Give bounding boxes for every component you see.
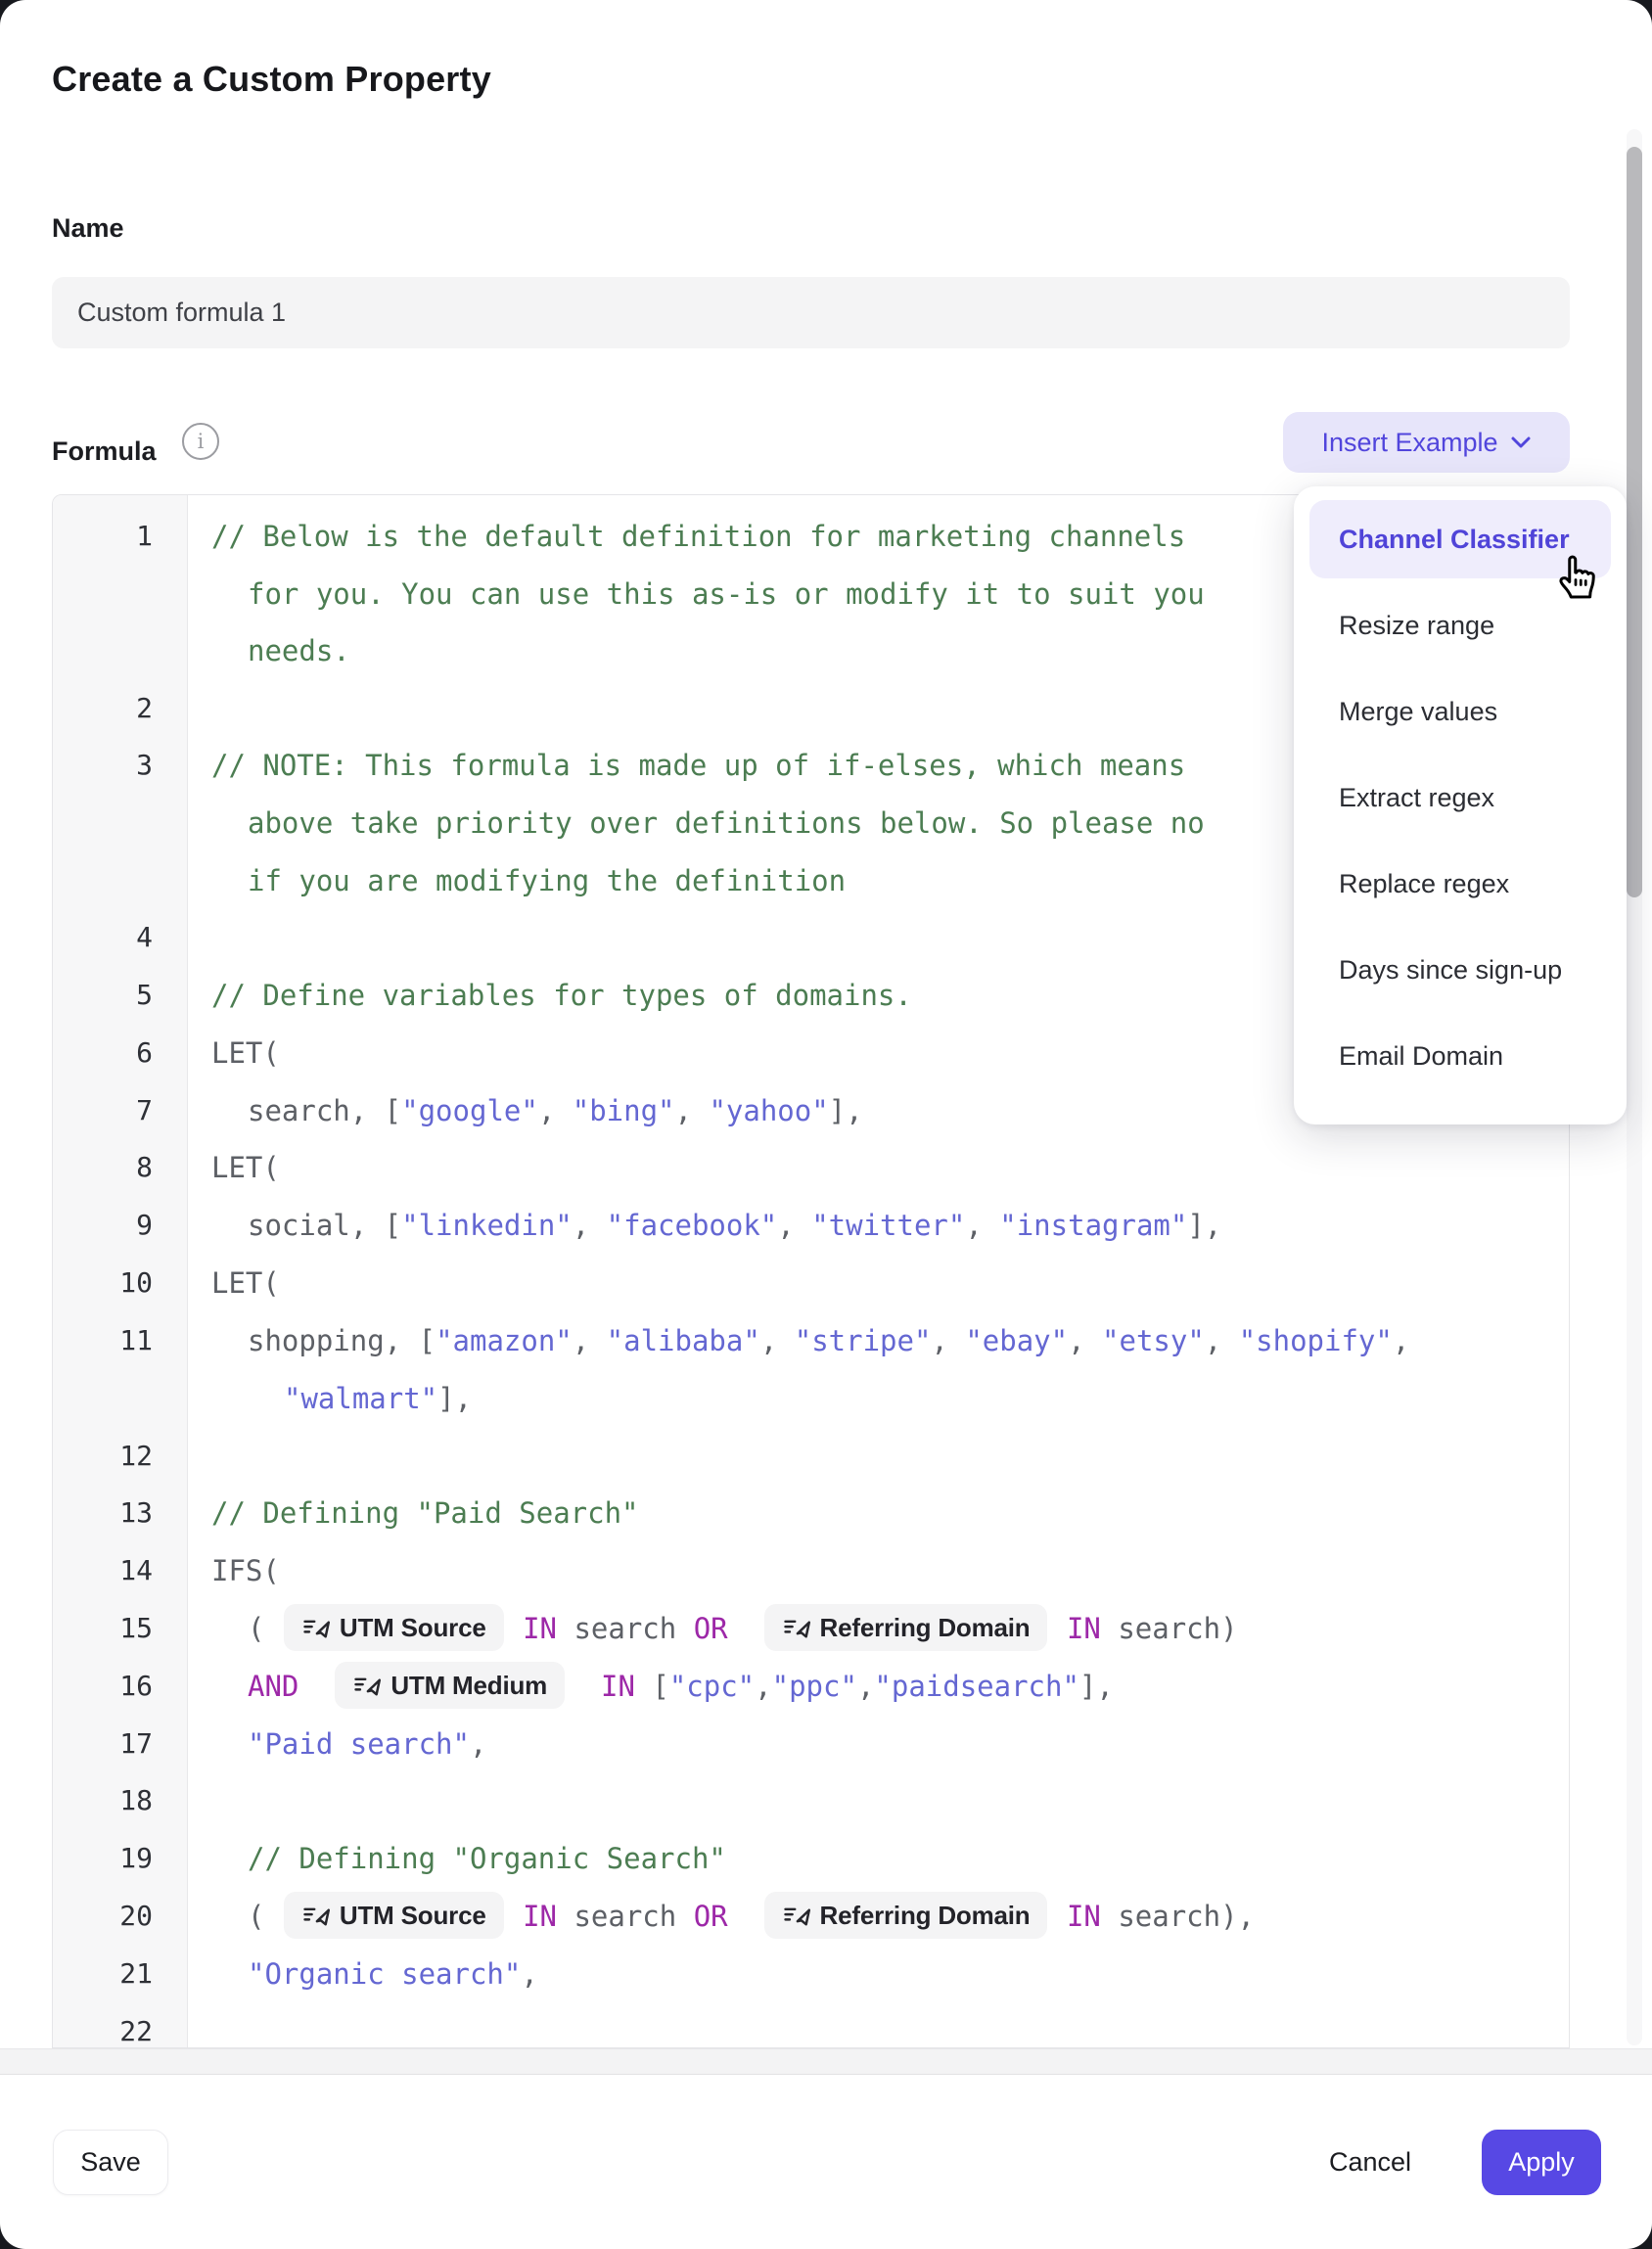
line-number: 3 [53,737,153,794]
code-content: ( UTM Source IN search OR Referring Doma… [248,1600,1238,1657]
menu-item-merge-values[interactable]: Merge values [1309,672,1611,751]
line-number: 20 [53,1888,153,1945]
code-content: "walmart"], [284,1370,472,1427]
code-content: above take priority over definitions bel… [248,795,1205,851]
code-row: 21 "Organic search", [53,1946,1569,2002]
save-button[interactable]: Save [53,2130,168,2195]
line-number: 11 [53,1312,153,1369]
code-row: 9 social, ["linkedin", "facebook", "twitt… [53,1197,1569,1254]
field-token-label: UTM Source [340,1599,486,1656]
field-token-icon [301,1613,331,1642]
code-content: search, ["google", "bing", "yahoo"], [248,1082,863,1139]
code-row: 17 "Paid search", [53,1716,1569,1772]
create-custom-property-modal: Create a Custom Property Name Formula i … [0,0,1652,2249]
screen: Create a Custom Property Name Formula i … [0,0,1652,2249]
line-number: 9 [53,1197,153,1254]
code-row: 18 [53,1772,1569,1829]
insert-example-button[interactable]: Insert Example [1283,412,1570,473]
code-row: 11 shopping, ["amazon", "alibaba", "strip… [53,1312,1569,1369]
line-number: 21 [53,1946,153,2002]
modal-scrollbar-thumb[interactable] [1627,147,1642,897]
code-row: 19 // Defining "Organic Search" [53,1830,1569,1887]
code-content: for you. You can use this as-is or modif… [248,566,1205,622]
code-row: 14 IFS( [53,1542,1569,1599]
line-number: 8 [53,1139,153,1196]
code-content: needs. [248,622,350,679]
insert-example-label: Insert Example [1321,428,1497,458]
line-number: 17 [53,1716,153,1772]
line-number: 16 [53,1658,153,1715]
code-content: "Organic search", [248,1946,538,2002]
line-number: 19 [53,1830,153,1887]
line-number: 13 [53,1485,153,1541]
field-token-label: Referring Domain [820,1887,1031,1944]
field-token-chip[interactable]: UTM Source [284,1604,504,1651]
code-row: "walmart"], [53,1370,1569,1427]
code-content: IFS( [211,1542,280,1599]
menu-item-email-domain[interactable]: Email Domain [1309,1017,1611,1095]
code-content: LET( [211,1025,280,1081]
page-title: Create a Custom Property [52,59,491,100]
code-row: 12 [53,1428,1569,1485]
code-content: ( UTM Source IN search OR Referring Doma… [248,1888,1255,1945]
code-content: // Define variables for types of domains… [211,967,912,1024]
code-content: LET( [211,1255,280,1311]
field-token-icon [782,1613,811,1642]
field-token-chip[interactable]: UTM Source [284,1892,504,1939]
line-number: 15 [53,1600,153,1657]
line-number: 1 [53,508,153,565]
formula-label: Formula [52,436,157,467]
menu-item-replace-regex[interactable]: Replace regex [1309,845,1611,923]
field-token-icon [352,1671,382,1700]
chevron-down-icon [1510,436,1532,449]
code-content: // NOTE: This formula is made up of if-e… [211,737,1185,794]
line-number: 5 [53,967,153,1024]
field-token-icon [782,1901,811,1930]
field-token-chip[interactable]: Referring Domain [764,1892,1048,1939]
code-content: LET( [211,1139,280,1196]
code-row: 8 LET( [53,1139,1569,1196]
line-number: 7 [53,1082,153,1139]
field-token-label: Referring Domain [820,1599,1031,1656]
code-content: // Defining "Organic Search" [248,1830,726,1887]
code-row: 22 [53,2003,1569,2048]
code-content: "Paid search", [248,1716,486,1772]
code-content: social, ["linkedin", "facebook", "twitte… [248,1197,1221,1254]
field-token-label: UTM Medium [390,1657,547,1714]
apply-button[interactable]: Apply [1482,2130,1601,2195]
line-number: 4 [53,909,153,966]
code-content: AND UTM Medium IN ["cpc","ppc","paidsear… [248,1658,1114,1715]
code-content: shopping, ["amazon", "alibaba", "stripe"… [248,1312,1409,1369]
line-number: 18 [53,1772,153,1829]
scroll-cutoff-band [0,2048,1652,2075]
code-row: 20 ( UTM Source IN search OR Referring Do… [53,1888,1569,1945]
name-label: Name [52,213,124,244]
code-content: // Defining "Paid Search" [211,1485,639,1541]
field-token-chip[interactable]: UTM Medium [335,1662,565,1709]
line-number: 10 [53,1255,153,1311]
code-content: if you are modifying the definition [248,852,846,909]
code-row: 15 ( UTM Source IN search OR Referring Do… [53,1600,1569,1657]
code-content: // Below is the default definition for m… [211,508,1185,565]
field-token-chip[interactable]: Referring Domain [764,1604,1048,1651]
name-input[interactable] [52,277,1570,348]
menu-item-days-since-sign-up[interactable]: Days since sign-up [1309,931,1611,1009]
code-row: 10 LET( [53,1255,1569,1311]
line-number: 2 [53,680,153,737]
menu-item-extract-regex[interactable]: Extract regex [1309,758,1611,837]
info-icon[interactable]: i [182,423,219,460]
line-number: 6 [53,1025,153,1081]
cancel-button[interactable]: Cancel [1302,2130,1439,2195]
line-number: 14 [53,1542,153,1599]
code-row: 16 AND UTM Medium IN ["cpc","ppc","paidse… [53,1658,1569,1715]
field-token-label: UTM Source [340,1887,486,1944]
line-number: 22 [53,2003,153,2048]
field-token-icon [301,1901,331,1930]
cursor-pointer [1548,544,1607,608]
line-number: 12 [53,1428,153,1485]
code-row: 13 // Defining "Paid Search" [53,1485,1569,1541]
